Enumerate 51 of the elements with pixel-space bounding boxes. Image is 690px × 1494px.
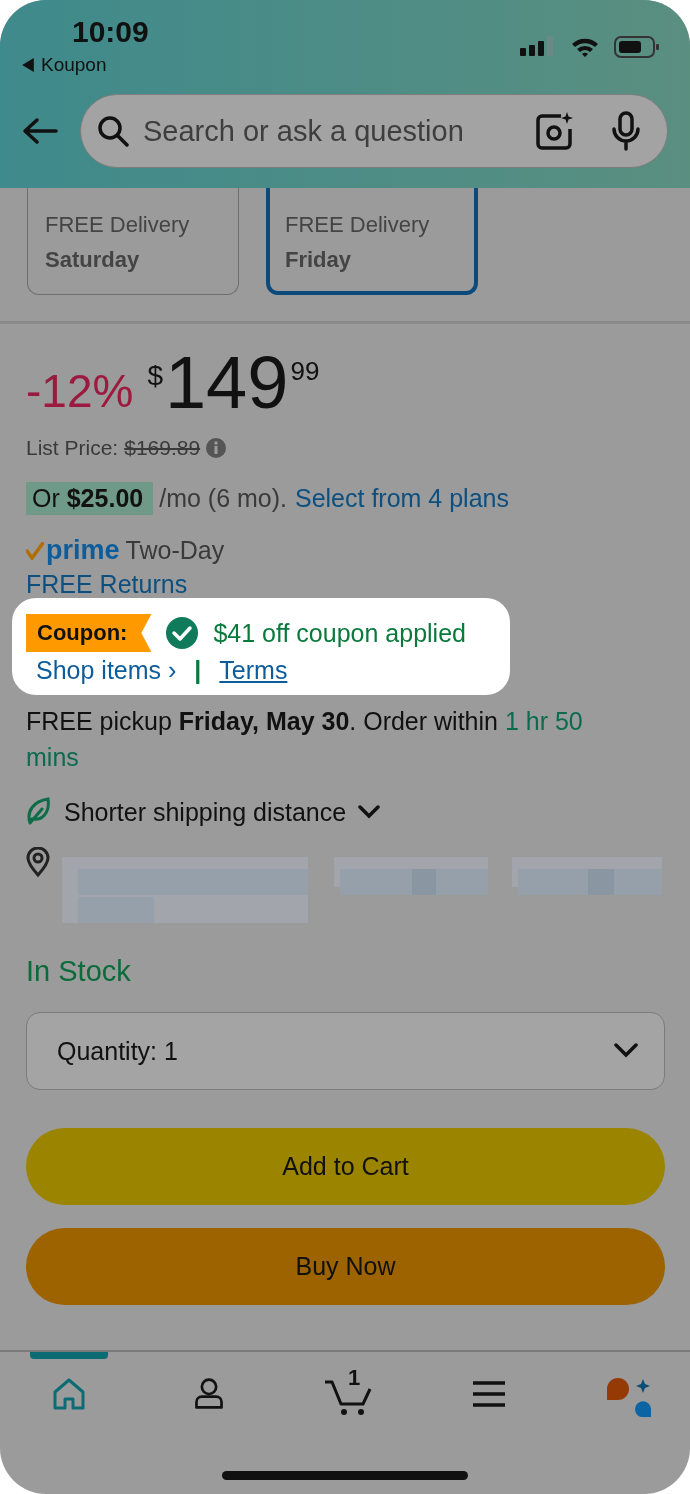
coupon-badge: Coupon: (26, 614, 152, 652)
quantity-dropdown[interactable]: Quantity: 1 (26, 1012, 665, 1090)
coupon-applied-text: $41 off coupon applied (213, 618, 466, 648)
back-triangle-icon[interactable] (22, 58, 34, 72)
delivery-speed: Two-Day (125, 536, 225, 565)
delivery-option-card[interactable]: FREE Delivery Friday (266, 188, 478, 295)
quantity-label: Quantity: 1 (57, 1036, 178, 1066)
delivery-label: FREE Delivery (45, 211, 191, 239)
shipping-distance-label[interactable]: Shorter shipping distance (64, 797, 347, 827)
prime-logo: prime (46, 535, 120, 566)
search-icon (97, 115, 129, 147)
search-field[interactable]: Search or ask a question (80, 94, 668, 168)
person-icon[interactable] (192, 1377, 226, 1411)
delivery-day: Saturday (45, 242, 222, 278)
terms-link[interactable]: Terms (219, 656, 288, 685)
check-circle-icon (165, 616, 200, 650)
search-input[interactable]: Search or ask a question (143, 114, 521, 148)
delivery-day: Friday (285, 242, 461, 278)
chevron-down-icon[interactable] (358, 805, 381, 819)
battery-icon (614, 36, 660, 58)
discount-percent: -12% (26, 364, 134, 418)
installment-badge: Or $25.00 (26, 482, 154, 515)
delivery-option-card[interactable]: FREE Delivery Saturday (27, 188, 239, 295)
separator: | (194, 656, 202, 685)
wifi-icon (570, 36, 600, 58)
shop-items-link[interactable]: Shop items › (36, 656, 177, 685)
add-to-cart-button[interactable]: Add to Cart (26, 1128, 665, 1205)
back-to-app-link[interactable]: Koupon (41, 54, 107, 76)
signal-icon (520, 36, 556, 58)
info-icon[interactable] (206, 438, 227, 458)
list-price-value: $169.89 (124, 436, 201, 460)
pickup-text: FREE pickup Friday, May 30. Order within 1 hr 50 mins (26, 706, 584, 773)
status-time: 10:09 (71, 14, 149, 50)
installment-text: /mo (6 mo). (159, 484, 287, 513)
returns-link[interactable]: FREE Returns (26, 570, 664, 596)
delivery-label: FREE Delivery (285, 211, 431, 239)
price-fraction: 99 (290, 356, 320, 387)
check-icon (26, 541, 44, 560)
chevron-down-icon (614, 1043, 638, 1059)
microphone-icon[interactable] (611, 111, 641, 151)
plans-link[interactable]: Select from 4 plans (295, 484, 509, 513)
list-price-label: List Price: (26, 436, 119, 460)
camera-icon[interactable] (535, 112, 573, 150)
stock-status: In Stock (26, 955, 132, 988)
buy-now-button[interactable]: Buy Now (26, 1228, 665, 1305)
back-arrow-icon[interactable] (22, 117, 58, 145)
leaf-icon (26, 797, 52, 827)
price-currency: $ (147, 360, 163, 392)
price-whole: 149 (164, 346, 289, 420)
cart-count: 1 (348, 1365, 361, 1391)
location-pin-icon (26, 847, 50, 877)
